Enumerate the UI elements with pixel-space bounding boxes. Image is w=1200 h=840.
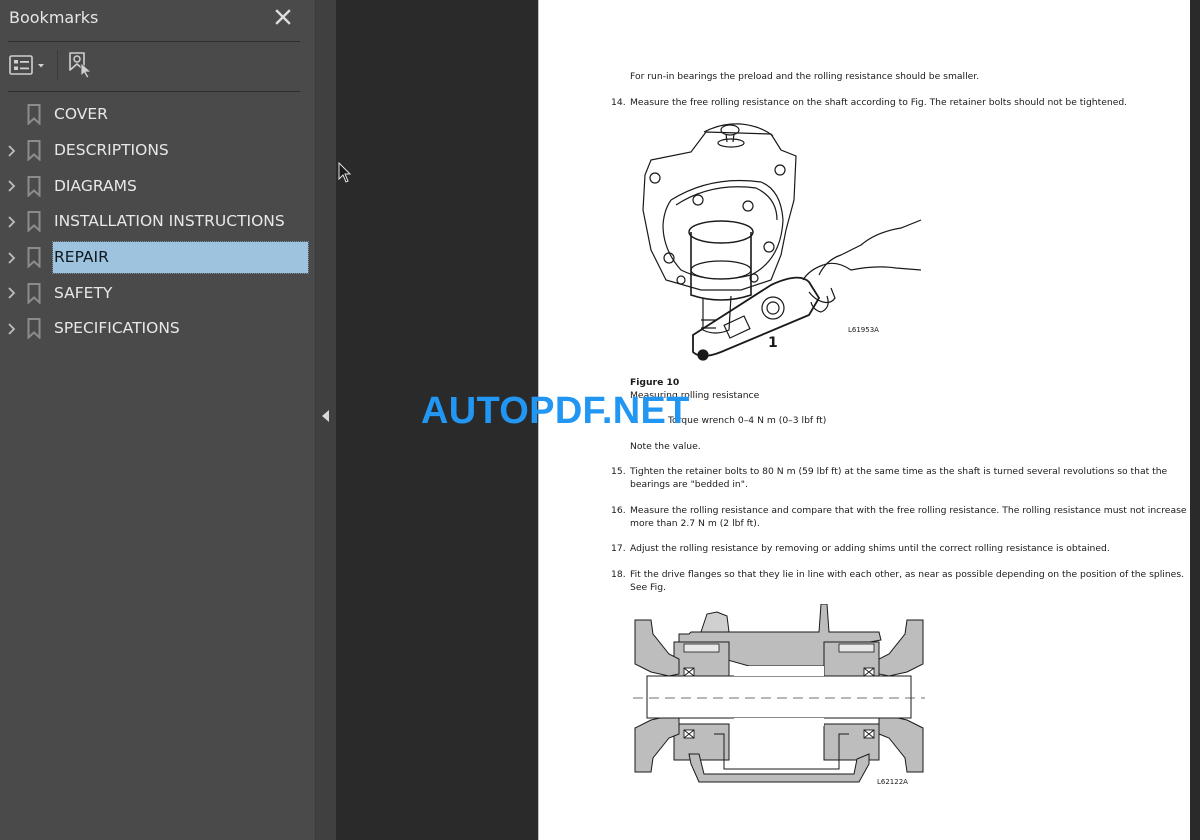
figure-10-title: Figure 10 bbox=[630, 377, 680, 388]
panel-splitter[interactable] bbox=[315, 0, 336, 840]
close-panel-button[interactable] bbox=[272, 6, 294, 28]
find-current-bookmark-button[interactable] bbox=[66, 50, 96, 80]
step-number: 16. bbox=[611, 505, 626, 516]
chevron-right-icon[interactable] bbox=[4, 250, 18, 266]
figure-10-illustration: L61953A 1 bbox=[642, 123, 921, 361]
bookmark-icon bbox=[27, 104, 41, 126]
bookmark-label: INSTALLATION INSTRUCTIONS bbox=[54, 212, 285, 231]
bookmark-label: SAFETY bbox=[54, 283, 113, 302]
bookmark-label: DIAGRAMS bbox=[54, 176, 137, 195]
divider bbox=[8, 91, 300, 92]
watermark: AUTOPDF.NET bbox=[421, 390, 690, 432]
bookmark-icon bbox=[27, 175, 41, 197]
bookmark-icon bbox=[27, 247, 41, 269]
step-text: Measure the free rolling resistance on t… bbox=[630, 97, 1128, 108]
find-current-bookmark-icon bbox=[69, 52, 93, 79]
bookmark-item-installation-instructions[interactable]: INSTALLATION INSTRUCTIONS bbox=[0, 204, 315, 240]
step-text-line-2: bearings are "bedded in". bbox=[630, 479, 748, 490]
viewer-edge bbox=[1190, 0, 1200, 840]
bookmark-label: REPAIR bbox=[52, 241, 309, 275]
chevron-right-icon[interactable] bbox=[4, 321, 18, 337]
toolbar-separator bbox=[57, 50, 58, 80]
figure-10-note: Note the value. bbox=[630, 441, 701, 452]
figure-code: L62122A bbox=[877, 778, 908, 786]
step-number: 15. bbox=[611, 466, 626, 477]
step-text-line-2: more than 2.7 N m (2 lbf ft). bbox=[630, 518, 760, 529]
list-options-icon bbox=[9, 55, 44, 75]
chevron-right-icon[interactable] bbox=[4, 143, 18, 159]
chevron-right-icon[interactable] bbox=[4, 285, 18, 301]
close-icon bbox=[275, 9, 291, 25]
callout-number: 1 bbox=[768, 335, 778, 351]
figure-code: L61953A bbox=[848, 326, 879, 334]
bookmark-item-cover[interactable]: COVER bbox=[0, 97, 315, 133]
step-text-line-1: Fit the drive flanges so that they lie i… bbox=[630, 569, 1185, 580]
panel-title: Bookmarks bbox=[9, 8, 99, 27]
bookmark-label: SPECIFICATIONS bbox=[54, 319, 180, 338]
bookmark-item-diagrams[interactable]: DIAGRAMS bbox=[0, 168, 315, 204]
step-text-line-1: Measure the rolling resistance and compa… bbox=[630, 505, 1187, 516]
divider bbox=[8, 41, 300, 42]
chevron-right-icon[interactable] bbox=[4, 214, 18, 230]
mouse-cursor-icon bbox=[338, 162, 352, 183]
step-number: 14. bbox=[611, 97, 626, 108]
step-number: 17. bbox=[611, 543, 626, 554]
bookmark-item-specifications[interactable]: SPECIFICATIONS bbox=[0, 311, 315, 347]
bookmark-icon bbox=[27, 318, 41, 340]
bookmark-item-descriptions[interactable]: DESCRIPTIONS bbox=[0, 133, 315, 169]
step-text-line-2: See Fig. bbox=[630, 582, 666, 593]
bookmark-label: COVER bbox=[54, 105, 108, 124]
step-number: 18. bbox=[611, 569, 626, 580]
legend-text: Torque wrench 0–4 N m (0–3 lbf ft) bbox=[668, 415, 827, 426]
bookmark-options-button[interactable] bbox=[8, 52, 50, 80]
step-text-line-1: Tighten the retainer bolts to 80 N m (59… bbox=[630, 466, 1168, 477]
collapse-left-arrow-icon[interactable] bbox=[322, 410, 329, 422]
bookmark-icon bbox=[27, 282, 41, 304]
chevron-right-icon[interactable] bbox=[4, 178, 18, 194]
bookmark-item-safety[interactable]: SAFETY bbox=[0, 275, 315, 311]
bookmark-item-repair[interactable]: REPAIR bbox=[0, 240, 315, 276]
drive-flange-cross-section: L62122A bbox=[633, 604, 925, 786]
bookmark-list: COVER DESCRIPTIONS DIAGRAMS INSTALLATION… bbox=[0, 97, 315, 347]
bookmark-icon bbox=[27, 211, 41, 233]
intro-note: For run-in bearings the preload and the … bbox=[630, 71, 980, 82]
bookmarks-panel: Bookmarks COVER DESCRIPTIONS DIAGRAMS IN… bbox=[0, 0, 315, 840]
bookmark-label: DESCRIPTIONS bbox=[54, 141, 169, 160]
bookmark-icon bbox=[27, 140, 41, 162]
step-text: Adjust the rolling resistance by removin… bbox=[630, 543, 1110, 554]
